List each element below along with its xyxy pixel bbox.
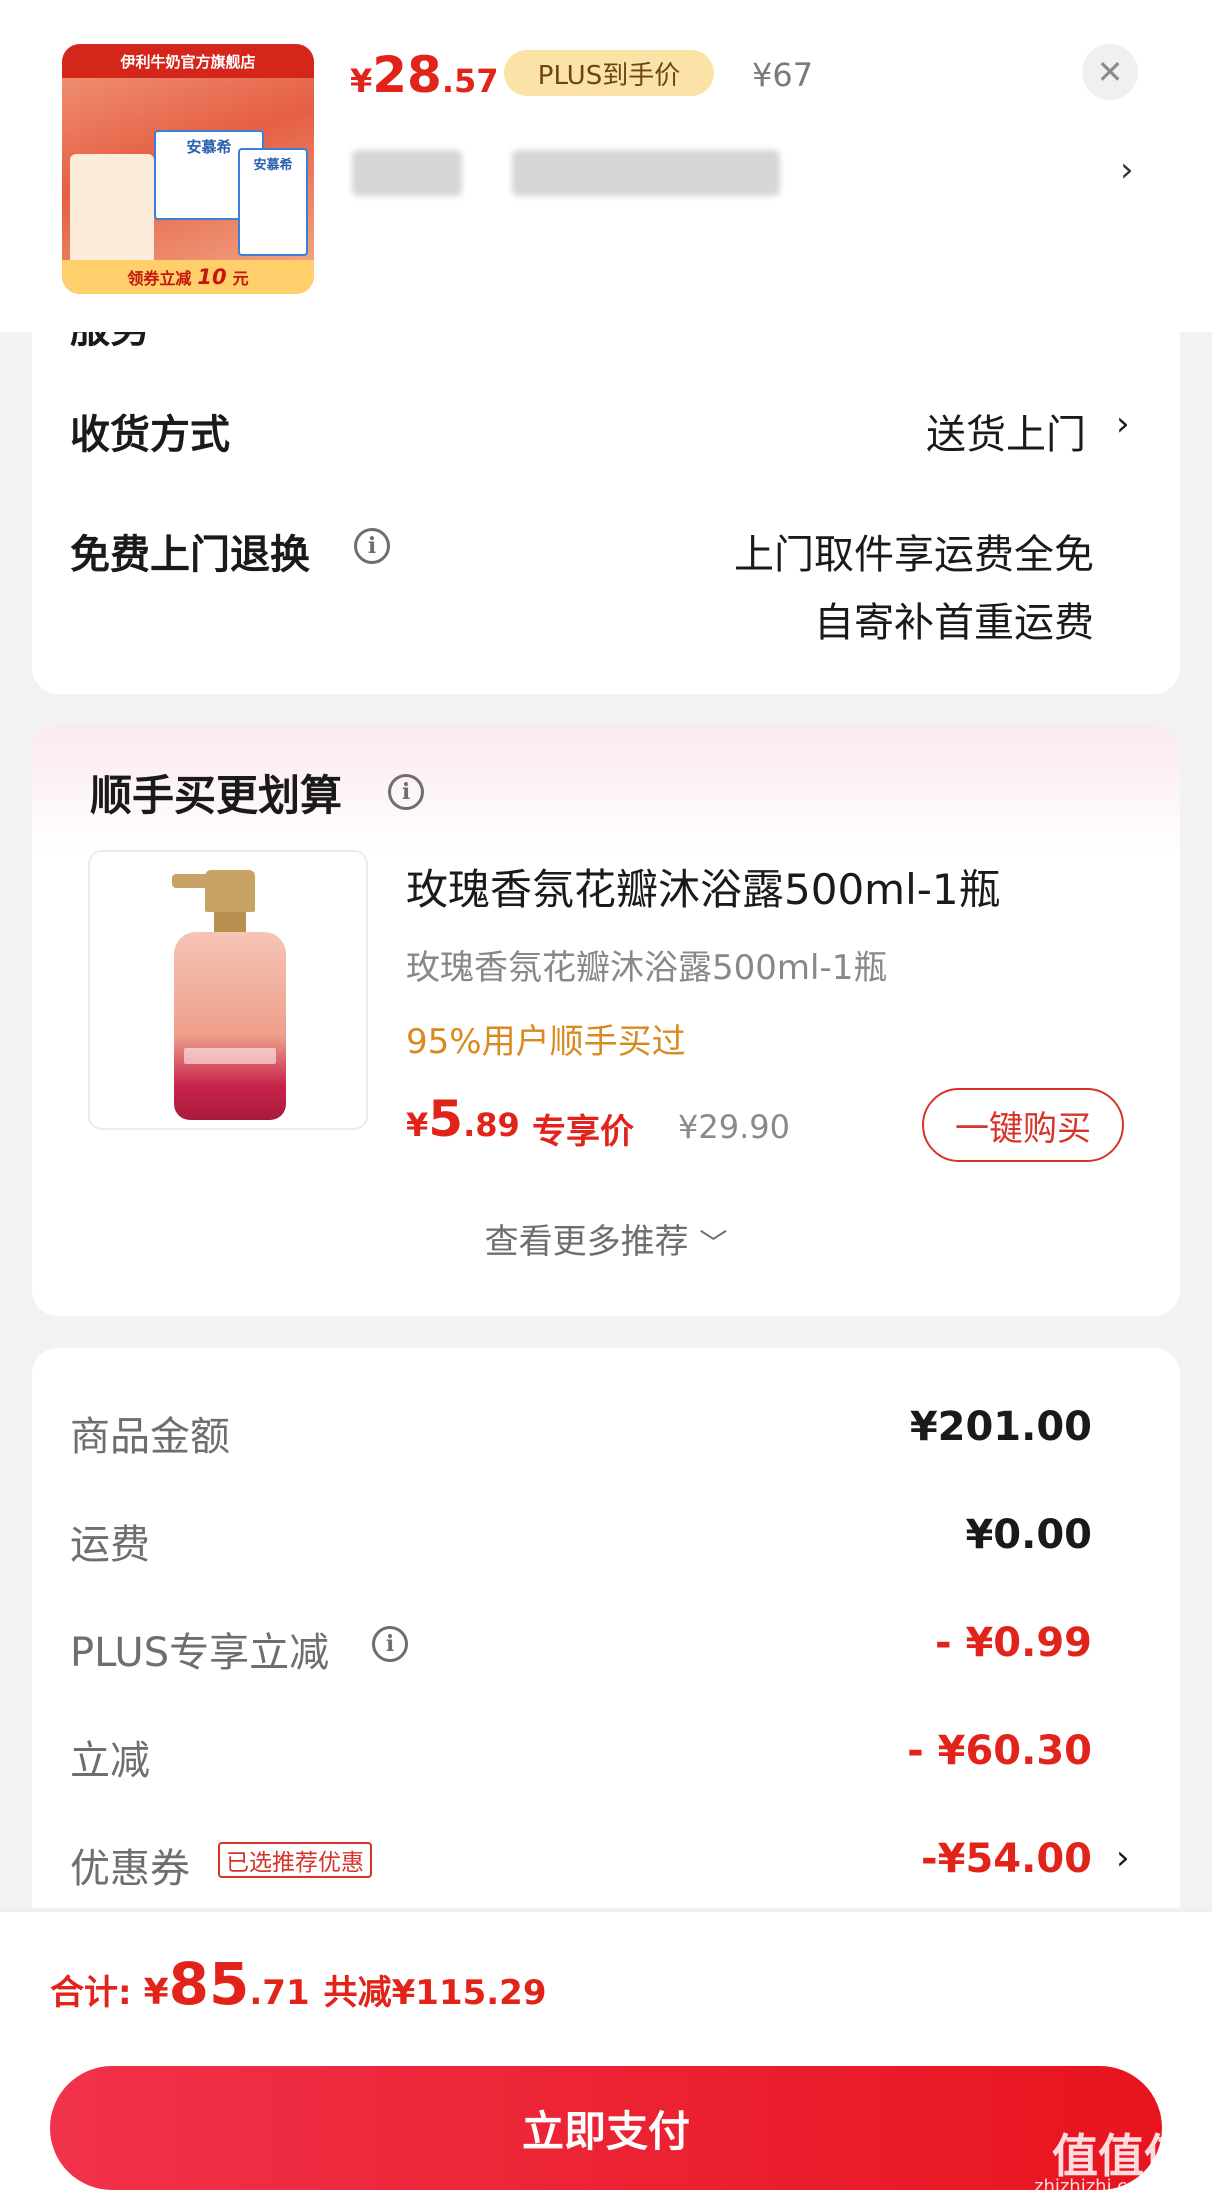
bottle-pump [205, 870, 255, 912]
more-recommendations-link[interactable]: 查看更多推荐 ﹀ [0, 1214, 1212, 1263]
plus-price-tag: PLUS到手价 [504, 50, 714, 96]
shipping-method-value[interactable]: 送货上门 [926, 402, 1086, 460]
coupon-chevron-right-icon[interactable]: › [1116, 1838, 1130, 1878]
recommend-info-icon[interactable]: i [388, 774, 424, 810]
free-return-label: 免费上门退换 [70, 532, 310, 578]
shipping-chevron-right-icon[interactable]: › [1116, 404, 1130, 444]
thumbnail-coupon-suffix: 元 [232, 269, 249, 288]
product-price-decimal: .89 [463, 1106, 520, 1144]
recommend-title: 顺手买更划算 [90, 771, 343, 820]
thumbnail-product-bottle: 安慕希 [238, 148, 308, 256]
thumbnail-promo-card [70, 154, 154, 264]
free-return-value-line2: 自寄补首重运费 [814, 600, 1094, 646]
total-saved: 共减¥115.29 [323, 1973, 547, 2013]
total-decimal: .71 [249, 1973, 310, 2013]
more-recommendations-label: 查看更多推荐 [484, 1222, 689, 1262]
close-icon[interactable]: ✕ [1082, 44, 1138, 100]
header-price-currency: ¥ [350, 62, 373, 100]
coupon-recommended-badge: 已选推荐优惠 [218, 1842, 372, 1878]
summary-label-shipping: 运费 [70, 1522, 150, 1568]
chevron-down-icon: ﹀ [699, 1227, 728, 1260]
bottle-neck [214, 912, 246, 934]
summary-value-goods-amount: ¥201.00 [909, 1404, 1092, 1450]
product-subtitle: 玫瑰香氛花瓣沐浴露500ml-1瓶 [406, 948, 888, 988]
product-price-currency: ¥ [406, 1106, 429, 1144]
site-watermark-url: zhizhizhi.com [1034, 2176, 1156, 2197]
header-price: ¥ 28 .57 [350, 46, 499, 104]
total-integer: 85 [168, 1950, 250, 2018]
summary-value-instant-discount: - ¥60.30 [907, 1728, 1092, 1774]
summary-label-goods-amount: 商品金额 [70, 1414, 230, 1460]
thumbnail-coupon-footer: 领券立减 10 元 [62, 260, 314, 294]
order-total: 合计: ¥ 85 .71 共减¥115.29 [50, 1950, 546, 2018]
spec-chevron-right-icon[interactable]: › [1120, 150, 1134, 190]
summary-label-plus-discount: PLUS专享立减 [70, 1630, 330, 1676]
product-original-price: ¥29.90 [678, 1108, 790, 1146]
product-thumbnail[interactable]: 伊利牛奶官方旗舰店 安慕希 安慕希 领券立减 10 元 [62, 44, 314, 294]
product-image[interactable] [88, 850, 368, 1130]
summary-value-coupon[interactable]: -¥54.00 [921, 1836, 1092, 1882]
free-return-value-line1: 上门取件享运费全免 [734, 532, 1094, 578]
product-header: 伊利牛奶官方旗舰店 安慕希 安慕希 领券立减 10 元 ¥ 28 .57 PLU… [0, 0, 1212, 332]
product-price: ¥ 5 .89 [406, 1090, 520, 1148]
thumbnail-coupon-amount: 10 [197, 265, 227, 289]
bottle-body [174, 932, 286, 1120]
free-return-info-icon[interactable]: i [354, 528, 390, 564]
thumbnail-store-banner: 伊利牛奶官方旗舰店 [62, 44, 314, 78]
summary-value-shipping: ¥0.00 [965, 1512, 1092, 1558]
shipping-method-label: 收货方式 [70, 412, 230, 458]
total-label: 合计: [50, 1973, 132, 2013]
product-price-tag: 专享价 [532, 1112, 634, 1152]
one-click-buy-button[interactable]: 一键购买 [922, 1088, 1124, 1162]
product-purchase-stat: 95%用户顺手买过 [406, 1022, 686, 1062]
header-price-decimal: .57 [441, 62, 499, 100]
summary-label-coupon: 优惠券 [70, 1846, 190, 1892]
header-price-integer: 28 [372, 46, 442, 104]
blurred-spec-text [512, 150, 780, 196]
header-original-price: ¥67 [752, 56, 814, 94]
total-currency: ¥ [143, 1972, 169, 2013]
pay-now-button[interactable]: 立即支付 [50, 2066, 1162, 2190]
blurred-spec-text [352, 150, 462, 196]
summary-value-plus-discount: - ¥0.99 [934, 1620, 1092, 1666]
product-name[interactable]: 玫瑰香氛花瓣沐浴露500ml-1瓶 [406, 856, 1001, 917]
summary-label-instant-discount: 立减 [70, 1738, 150, 1784]
plus-discount-info-icon[interactable]: i [372, 1626, 408, 1662]
thumbnail-coupon-prefix: 领券立减 [127, 269, 192, 288]
thumbnail-brand-label: 安慕希 [253, 158, 293, 173]
product-price-integer: 5 [428, 1090, 464, 1148]
bottle-label [184, 1048, 276, 1064]
